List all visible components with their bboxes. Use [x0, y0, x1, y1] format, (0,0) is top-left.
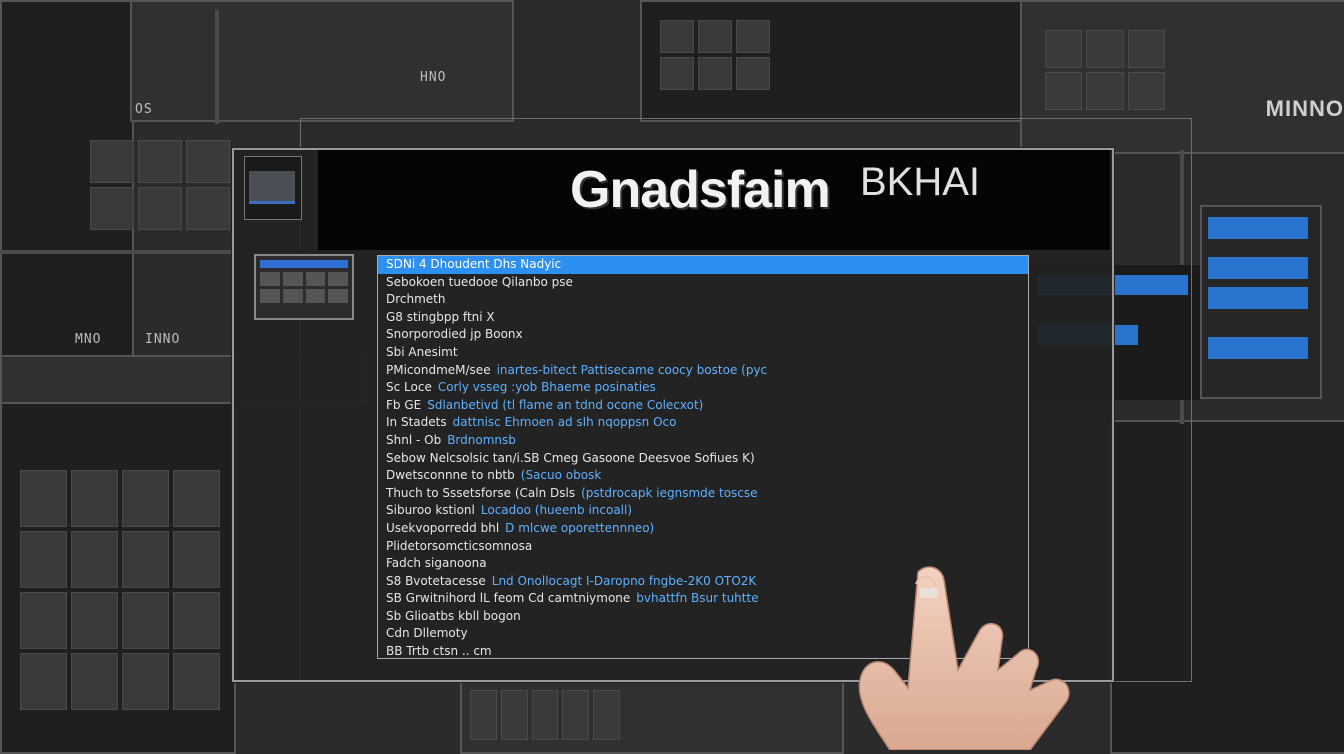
list-item-label: G8 stingbpp ftni X [386, 309, 495, 324]
preview-thumbnail[interactable] [254, 254, 354, 320]
list-item[interactable]: Snorporodied jp Boonx [378, 326, 1028, 344]
list-item-label: Drchmeth [386, 292, 446, 307]
list-item-detail: inartes-bitect Pattisecame coocy bostoe … [496, 362, 768, 377]
background-wire-2 [215, 10, 219, 124]
background-grid-top [660, 20, 770, 90]
list-item-label: Sc Loce [386, 380, 432, 395]
list-item-detail: Corly vsseg :yob Bhaeme posinaties [437, 380, 656, 395]
list-item[interactable]: Sc Loce Corly vsseg :yob Bhaeme posinatie… [378, 379, 1028, 397]
pointing-hand [858, 566, 1070, 750]
far-right-preview-panel [1200, 205, 1322, 399]
list-item-label: SB Grwitnihord lL feom Cd camtniymone [386, 591, 631, 606]
list-item-label: Sebow Nelcsolsic tan/i.SB Cmeg Gasoone D… [386, 450, 755, 465]
list-item-label: Snorporodied jp Boonx [386, 327, 523, 342]
list-item-label: S8 Bvotetacesse [386, 573, 486, 588]
background-grid-top-right [1045, 30, 1165, 110]
list-item-detail: (pstdrocapk iegnsmde toscse [581, 485, 758, 500]
list-item[interactable]: Drchmeth [378, 291, 1028, 309]
list-item-label: Fb GE [386, 397, 422, 412]
list-item[interactable]: Sebokoen tuedooe Qilanbo pse [378, 274, 1028, 292]
list-item-label: Cdn Dllemoty [386, 626, 468, 641]
list-item-detail: (Sacuo obosk [520, 468, 602, 483]
list-item[interactable]: Dwetsconnne to nbtb (Sacuo obosk [378, 467, 1028, 485]
list-item[interactable]: Usekvoporredd bhl D mlcwe oporettennneo) [378, 520, 1028, 538]
list-item-label: Plidetorsomcticsomnosa [386, 538, 533, 553]
list-item-detail: bvhattfn Bsur tuhtte [636, 591, 759, 606]
corner-label: MINNO [1265, 96, 1344, 121]
window-title-suffix: BKHAI [860, 160, 981, 204]
list-item-detail: Lnd Onollocagt I-Daropno fngbe-2K0 OTO2K [491, 573, 757, 588]
background-label-small: INNO [145, 332, 181, 347]
background-screen-top [130, 0, 514, 122]
list-item-detail: Sdlanbetivd (tl flame an tdnd ocone Cole… [427, 397, 704, 412]
list-item[interactable]: Thuch to Sssetsforse (Caln Dsls (pstdroca… [378, 485, 1028, 503]
list-item-label: SDNi 4 Dhoudent Dhs Nadyic [386, 257, 562, 271]
background-label-top: OS [135, 102, 153, 117]
background-wire-1 [0, 250, 234, 254]
list-item[interactable]: In Stadets dattnisc Ehmoen ad sIh nqoppsn… [378, 414, 1028, 432]
list-item-detail: Brdnomnsb [447, 432, 516, 447]
list-item[interactable]: Sbi Anesimt [378, 344, 1028, 362]
list-item-label: Usekvoporredd bhl [386, 520, 500, 535]
list-item-label: Dwetsconnne to nbtb [386, 468, 515, 483]
list-item-detail: dattnisc Ehmoen ad sIh nqoppsn Oco [452, 415, 677, 430]
app-thumbnail[interactable] [244, 156, 302, 220]
list-item-label: Siburoo kstionl [386, 503, 475, 518]
list-item-label: In Stadets [386, 415, 447, 430]
list-item-label: Fadch siganoona [386, 556, 487, 571]
background-label-mid: HNO [420, 70, 447, 85]
list-item[interactable]: Shnl - Ob Brdnomnsb [378, 432, 1028, 450]
list-item-detail: Locadoo (hueenb incoall) [480, 503, 633, 518]
list-item-label: Thuch to Sssetsforse (Caln Dsls [386, 485, 576, 500]
list-item-label: Sebokoen tuedooe Qilanbo pse [386, 274, 573, 289]
background-grid-left [90, 140, 230, 230]
background-grid-bottom-left [20, 470, 220, 710]
list-item[interactable]: PMicondmeM/see inartes-bitect Pattisecame… [378, 362, 1028, 380]
background-grid-bottom-mid [470, 690, 620, 740]
list-item-label: Sbi Anesimt [386, 344, 458, 359]
list-item[interactable]: Plidetorsomcticsomnosa [378, 538, 1028, 556]
list-item-detail: D mlcwe oporettennneo) [505, 520, 655, 535]
list-item-label: Shnl - Ob [386, 432, 442, 447]
list-item-label: PMicondmeM/see [386, 362, 491, 377]
list-item-label: Sb Glioatbs kbll bogon [386, 608, 521, 623]
list-item[interactable]: Siburoo kstionl Locadoo (hueenb incoall) [378, 502, 1028, 520]
list-item[interactable]: SDNi 4 Dhoudent Dhs Nadyic [378, 256, 1028, 274]
list-item[interactable]: G8 stingbpp ftni X [378, 309, 1028, 327]
list-item[interactable]: Fb GE Sdlanbetivd (tl flame an tdnd ocone… [378, 397, 1028, 415]
list-item[interactable]: Sebow Nelcsolsic tan/i.SB Cmeg Gasoone D… [378, 450, 1028, 468]
list-item-label: BB Trtb ctsn .. cm [386, 644, 492, 659]
window-title: Gnadsfaim [570, 161, 831, 219]
background-label-left: MNO [75, 332, 102, 347]
